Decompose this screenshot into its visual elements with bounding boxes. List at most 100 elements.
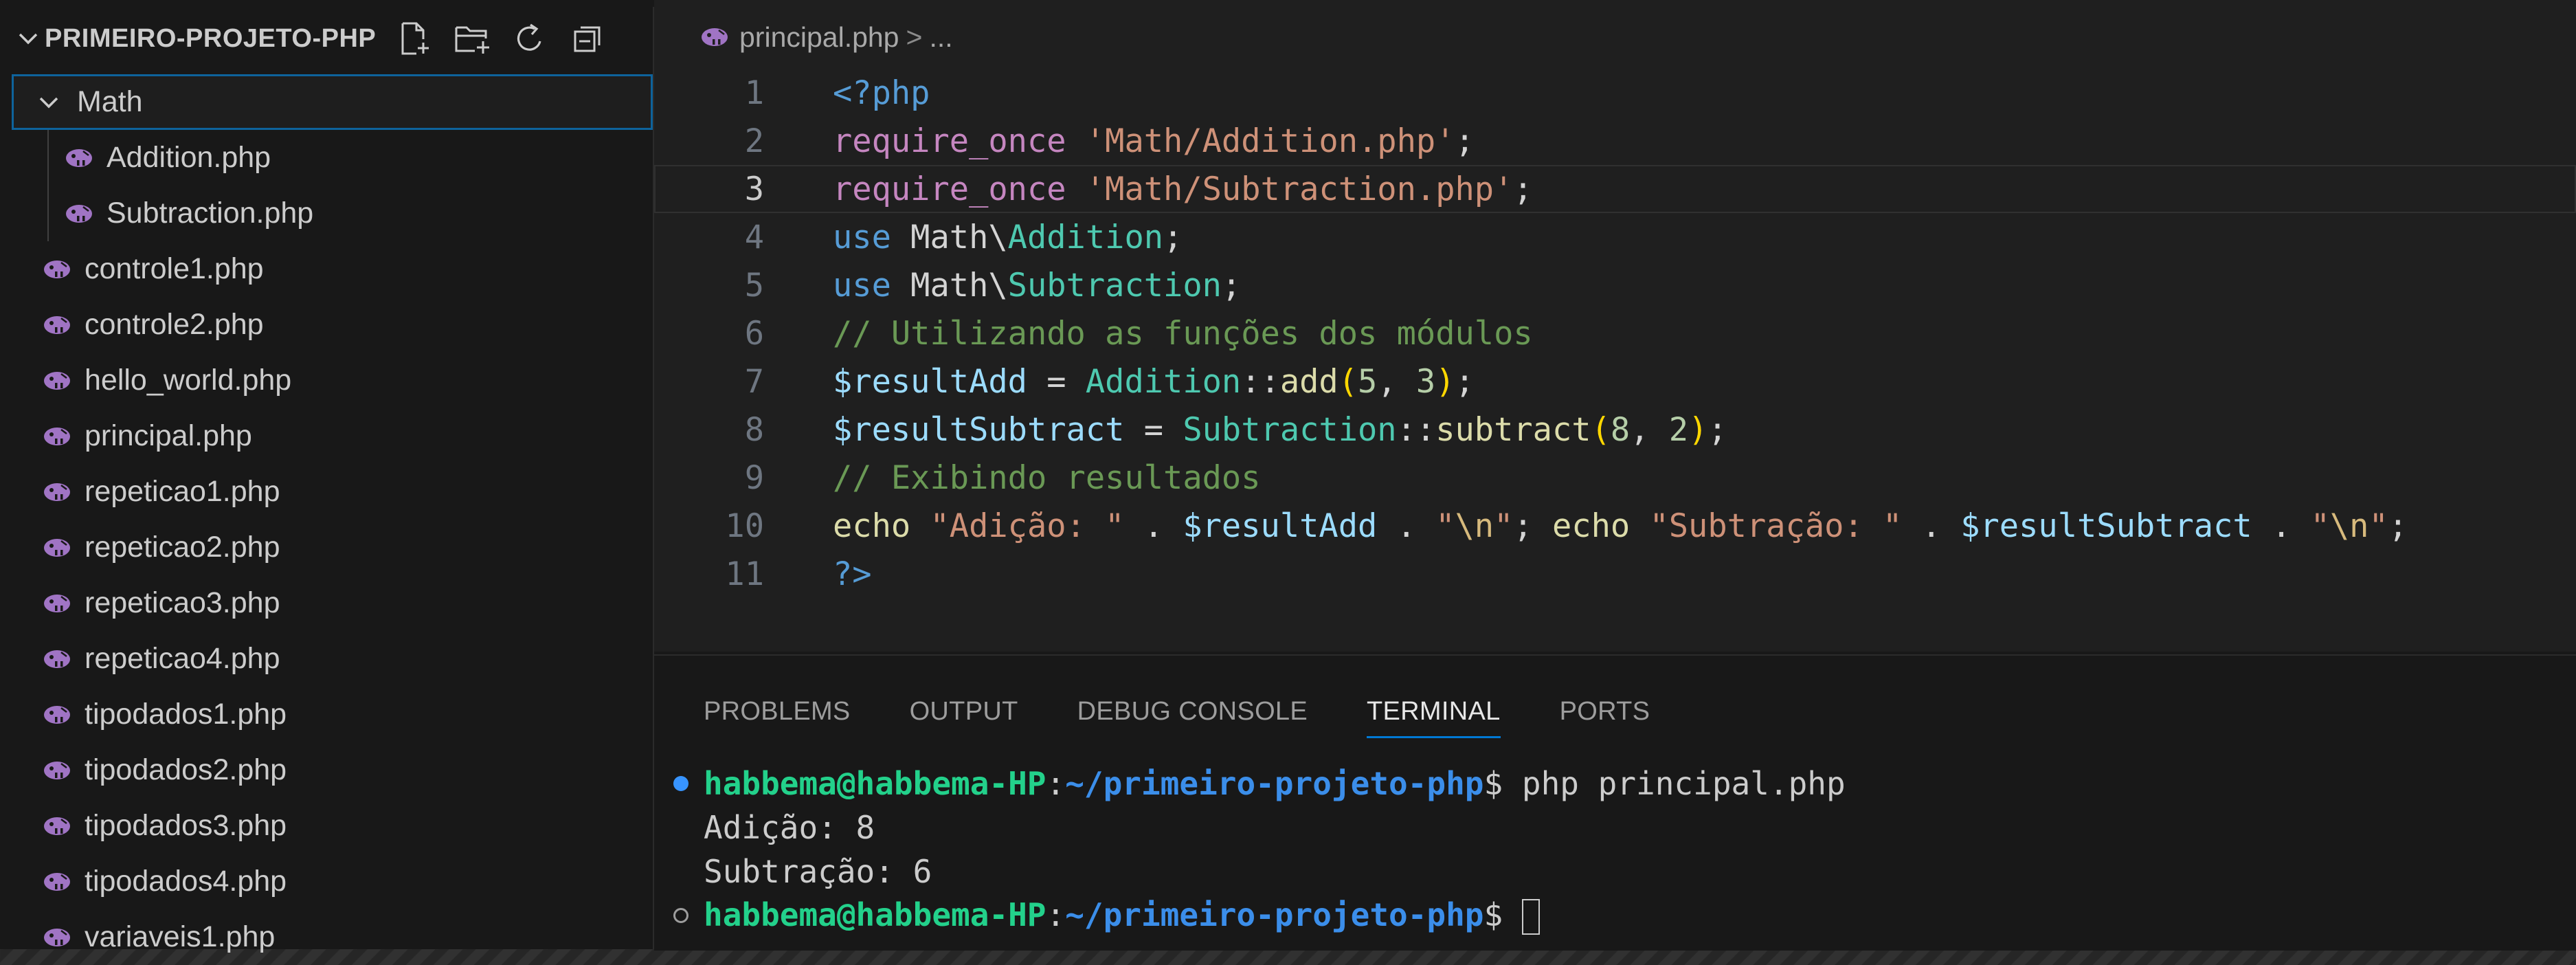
line-number: 3 xyxy=(744,170,764,208)
code-line[interactable]: 10 echo "Adição: " . $resultAdd . "\n"; e… xyxy=(654,502,2576,550)
terminal[interactable]: habbema@habbema-HP:~/primeiro-projeto-ph… xyxy=(654,762,2576,938)
breadcrumb-file[interactable]: principal.php xyxy=(739,21,899,54)
code-line[interactable]: 5 use Math\Subtraction; xyxy=(654,261,2576,309)
tree-file[interactable]: repeticao1.php xyxy=(12,464,653,520)
code-token: 'Math/Addition.php' xyxy=(1085,122,1455,160)
code-token: . xyxy=(2252,507,2311,545)
code-line[interactable]: 3 require_once 'Math/Subtraction.php'; xyxy=(654,165,2576,213)
code-token: ; xyxy=(1455,122,1475,160)
tree-file[interactable]: controle1.php xyxy=(12,241,653,297)
code-token: $resultAdd xyxy=(1183,507,1378,545)
code-text: ?> xyxy=(833,555,872,593)
tree-file[interactable]: principal.php xyxy=(12,408,653,464)
code-token: Subtraction xyxy=(1007,266,1222,304)
tree-file[interactable]: Addition.php xyxy=(12,130,653,186)
tab-problems[interactable]: PROBLEMS xyxy=(704,690,851,733)
tree-file[interactable]: tipodados1.php xyxy=(12,687,653,742)
terminal-output-line: Adição: 8 xyxy=(654,806,2576,850)
chevron-down-icon[interactable] xyxy=(14,32,42,45)
editor-area[interactable]: principal.php > ... 1 <?php 2 require_once … xyxy=(654,0,2576,652)
php-file-icon xyxy=(42,534,72,562)
php-file-icon xyxy=(42,868,72,896)
code-token: Addition xyxy=(1007,218,1164,256)
vscode-window: PRIMEIRO-PROJETO-PHP Math Addition.php S… xyxy=(0,0,2576,953)
php-file-icon xyxy=(42,311,72,339)
tab-debug-console[interactable]: DEBUG CONSOLE xyxy=(1077,690,1308,733)
terminal-user-host: habbema@habbema-HP xyxy=(704,765,1046,802)
code-token: ; xyxy=(1455,362,1475,401)
code-token: ( xyxy=(1338,362,1358,401)
terminal-colon: : xyxy=(1046,765,1066,802)
new-file-icon[interactable] xyxy=(395,19,435,58)
code-token: require_once xyxy=(833,122,1066,160)
php-file-icon xyxy=(42,423,72,450)
tree-file[interactable]: tipodados3.php xyxy=(12,798,653,854)
refresh-icon[interactable] xyxy=(511,19,550,58)
tree-file[interactable]: controle2.php xyxy=(12,297,653,353)
file-label: controle1.php xyxy=(85,252,264,285)
code-token: add xyxy=(1279,362,1339,401)
code-text: // Utilizando as funções dos módulos xyxy=(833,315,1533,353)
tree-file[interactable]: variaveis1.php xyxy=(12,909,653,965)
line-number: 7 xyxy=(744,362,764,401)
code-line[interactable]: 6 // Utilizando as funções dos módulos xyxy=(654,309,2576,357)
tree-file[interactable]: repeticao4.php xyxy=(12,631,653,687)
tree-file[interactable]: repeticao2.php xyxy=(12,520,653,575)
code-token: use xyxy=(833,218,891,256)
command-decoration-icon[interactable] xyxy=(673,908,688,923)
tree-folder-math[interactable]: Math xyxy=(12,74,653,130)
line-number: 5 xyxy=(744,266,764,304)
terminal-user-host: habbema@habbema-HP xyxy=(704,896,1046,933)
command-decoration-icon[interactable] xyxy=(673,776,688,791)
code-token: \n xyxy=(1455,507,1494,545)
line-number: 4 xyxy=(744,218,764,256)
php-file-icon xyxy=(42,478,72,506)
bottom-panel: PROBLEMS OUTPUT DEBUG CONSOLE TERMINAL PORTS… xyxy=(654,654,2576,951)
php-file-icon xyxy=(42,924,72,951)
code-token: Addition xyxy=(1085,362,1242,401)
code-line[interactable]: 8 $resultSubtract = Subtraction::subtract… xyxy=(654,406,2576,454)
code-line[interactable]: 2 require_once 'Math/Addition.php'; xyxy=(654,117,2576,165)
tree-file[interactable]: tipodados2.php xyxy=(12,742,653,798)
php-file-icon xyxy=(42,645,72,673)
code-token: 8 xyxy=(1610,410,1631,449)
code-line[interactable]: 9 // Exibindo resultados xyxy=(654,454,2576,502)
terminal-command-line: habbema@habbema-HP:~/primeiro-projeto-ph… xyxy=(654,762,2576,806)
php-file-icon xyxy=(42,590,72,617)
code-token: $resultAdd xyxy=(833,362,1027,401)
collapse-all-icon[interactable] xyxy=(568,19,608,58)
code-token: , xyxy=(1630,410,1669,449)
chevron-down-icon xyxy=(38,96,66,109)
tree-file[interactable]: hello_world.php xyxy=(12,353,653,408)
tab-ports[interactable]: PORTS xyxy=(1560,690,1650,733)
code-text: require_once 'Math/Addition.php'; xyxy=(833,122,1475,160)
code-line[interactable]: 11 ?> xyxy=(654,550,2576,598)
file-label: principal.php xyxy=(85,419,252,452)
code-token: Math\ xyxy=(891,218,1008,256)
file-label: tipodados1.php xyxy=(85,698,287,731)
tab-terminal[interactable]: TERMINAL xyxy=(1367,690,1501,738)
breadcrumb-symbols[interactable]: ... xyxy=(929,21,952,54)
code-token: ; xyxy=(2388,507,2408,545)
code-line[interactable]: 4 use Math\Addition; xyxy=(654,213,2576,261)
code-text: <?php xyxy=(833,74,930,112)
explorer-title: PRIMEIRO-PROJETO-PHP xyxy=(45,23,377,53)
tree-file[interactable]: repeticao3.php xyxy=(12,575,653,631)
tree-file[interactable]: Subtraction.php xyxy=(12,186,653,241)
code-token: ; xyxy=(1707,410,1727,449)
tree-file[interactable]: tipodados4.php xyxy=(12,854,653,909)
tab-output[interactable]: OUTPUT xyxy=(910,690,1018,733)
new-folder-icon[interactable] xyxy=(453,19,493,58)
code-token: use xyxy=(833,266,891,304)
code-token: subtract xyxy=(1435,410,1591,449)
explorer-header[interactable]: PRIMEIRO-PROJETO-PHP xyxy=(12,7,653,70)
code-lines[interactable]: 1 <?php 2 require_once 'Math/Addition.php';… xyxy=(654,69,2576,598)
code-text: // Exibindo resultados xyxy=(833,459,1261,497)
terminal-prompt: $ xyxy=(1483,896,1522,933)
code-text: $resultAdd = Addition::add(5, 3); xyxy=(833,363,1475,401)
terminal-output: Subtração: 6 xyxy=(704,853,932,890)
code-line[interactable]: 1 <?php xyxy=(654,69,2576,117)
code-token: " xyxy=(2368,507,2388,545)
code-line[interactable]: 7 $resultAdd = Addition::add(5, 3); xyxy=(654,357,2576,406)
